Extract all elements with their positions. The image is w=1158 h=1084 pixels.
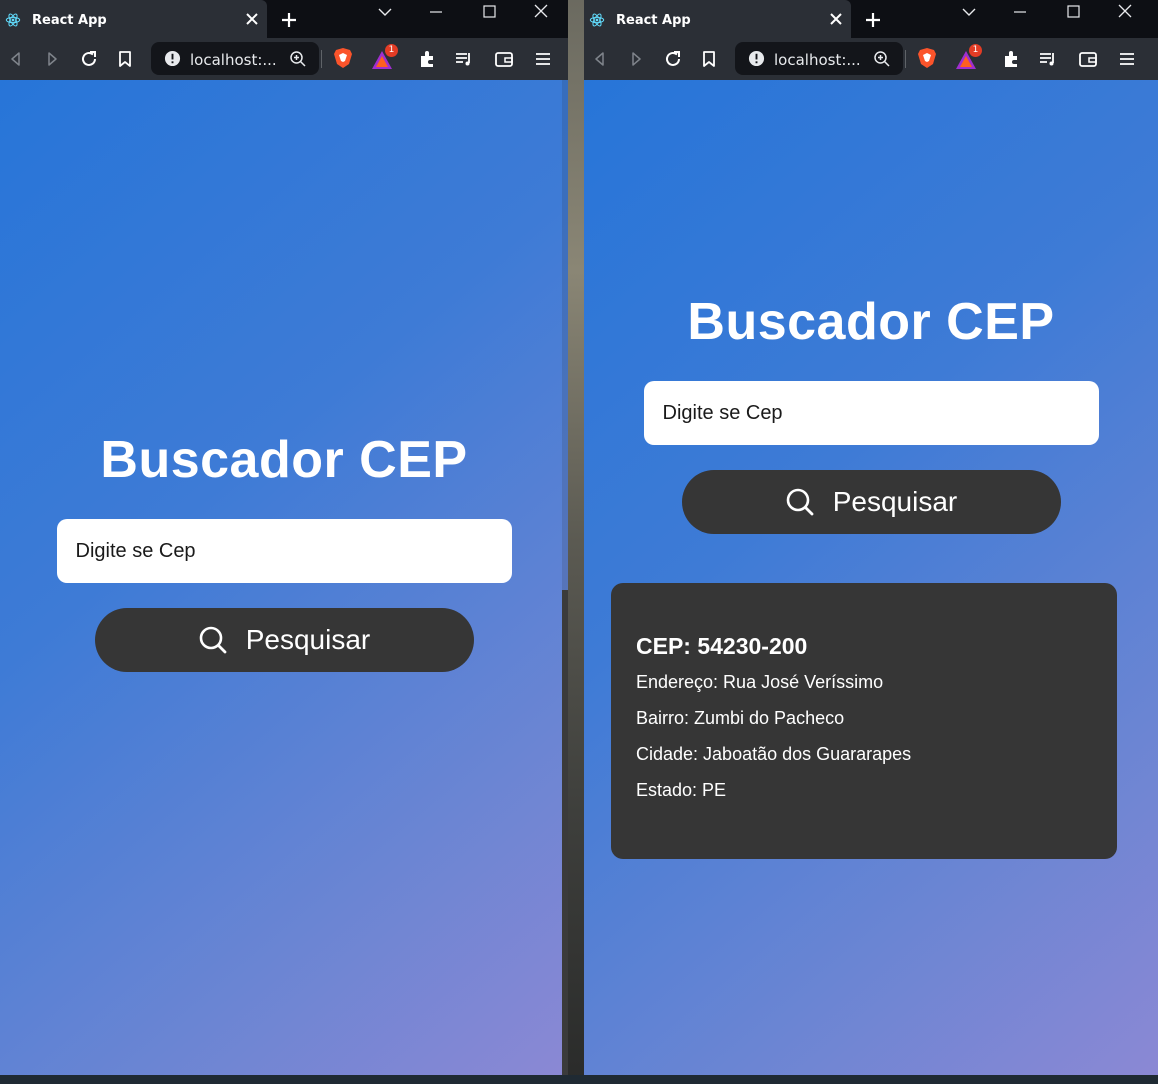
toolbar-separator [905,50,906,68]
react-icon [589,13,605,27]
search-icon [786,488,814,516]
browser-toolbar: localhost:... 1 [0,38,568,80]
page-title: Buscador CEP [100,431,468,489]
playlist-icon[interactable] [454,49,474,69]
tab-search-chevron-icon[interactable] [958,4,980,20]
taskbar [0,1075,1158,1084]
browser-window-right: React App localhost:... 1 Buscador CEP D… [584,0,1158,1075]
extensions-icon[interactable] [418,49,438,69]
result-cep: CEP: 54230-200 [636,633,808,659]
reload-icon[interactable] [79,49,99,69]
react-icon [5,13,21,27]
desktop-background [568,0,584,1084]
browser-window-left: React App localhost:... 1 Buscador CEP D… [0,0,568,1075]
close-window-icon[interactable] [530,4,552,20]
tab-title: React App [616,13,691,28]
address-bar[interactable]: localhost:... [151,42,319,75]
page-viewport: Buscador CEP Pesquisar [0,80,568,1075]
brave-shield-icon[interactable] [333,47,353,69]
search-container: Buscador CEP Pesquisar [0,430,568,672]
result-endereco: Endereço: Rua José Veríssimo [636,672,884,692]
site-info-icon[interactable] [748,50,765,67]
close-window-icon[interactable] [1114,4,1136,20]
maximize-icon[interactable] [1062,4,1084,20]
extensions-icon[interactable] [1002,49,1022,69]
back-icon[interactable] [590,49,610,69]
toolbar-separator [321,50,322,68]
page-viewport: Buscador CEP Pesquisar CEP: 54230-200 En… [584,80,1158,1075]
minimize-icon[interactable] [1009,4,1031,20]
wallet-icon[interactable] [494,49,514,69]
rewards-button[interactable]: 1 [955,44,982,70]
url-text: localhost:... [190,51,277,69]
zoom-icon[interactable] [873,50,891,68]
page-title: Buscador CEP [687,293,1055,351]
close-tab-icon[interactable] [828,11,844,27]
search-button[interactable]: Pesquisar [681,470,1061,534]
bookmark-icon[interactable] [115,49,135,69]
new-tab-icon[interactable] [864,11,882,29]
wallet-icon[interactable] [1078,49,1098,69]
tab-title: React App [32,13,107,28]
result-estado: Estado: PE [636,780,727,800]
maximize-icon[interactable] [478,4,500,20]
tab-react-app[interactable]: React App [584,0,851,38]
tab-react-app[interactable]: React App [0,0,267,38]
forward-icon[interactable] [42,49,62,69]
rewards-badge: 1 [385,44,398,57]
tab-strip: React App [0,0,568,38]
rewards-badge: 1 [969,44,982,57]
rewards-button[interactable]: 1 [371,44,398,70]
browser-toolbar: localhost:... 1 [584,38,1158,80]
search-container: Buscador CEP Pesquisar [584,292,1158,534]
tab-search-chevron-icon[interactable] [374,4,396,20]
cep-input[interactable] [643,381,1099,445]
playlist-icon[interactable] [1038,49,1058,69]
tab-strip: React App [584,0,1158,38]
bookmark-icon[interactable] [699,49,719,69]
menu-icon[interactable] [1117,49,1137,69]
minimize-icon[interactable] [425,4,447,20]
search-button[interactable]: Pesquisar [94,608,474,672]
result-cidade: Cidade: Jaboatão dos Guararapes [636,744,912,764]
forward-icon[interactable] [626,49,646,69]
search-button-label: Pesquisar [245,624,371,655]
brave-shield-icon[interactable] [917,47,937,69]
menu-icon[interactable] [533,49,553,69]
new-tab-icon[interactable] [280,11,298,29]
scrollbar-thumb[interactable] [562,590,568,1075]
reload-icon[interactable] [663,49,683,69]
cep-input[interactable] [56,519,512,583]
result-bairro: Bairro: Zumbi do Pacheco [636,708,845,728]
search-icon [199,626,227,654]
url-text: localhost:... [774,51,861,69]
search-button-label: Pesquisar [832,486,958,517]
back-icon[interactable] [6,49,26,69]
site-info-icon[interactable] [164,50,181,67]
zoom-icon[interactable] [289,50,307,68]
scrollbar[interactable] [562,80,568,1075]
address-bar[interactable]: localhost:... [735,42,903,75]
result-card: CEP: 54230-200 Endereço: Rua José Veríss… [611,583,1117,859]
close-tab-icon[interactable] [244,11,260,27]
